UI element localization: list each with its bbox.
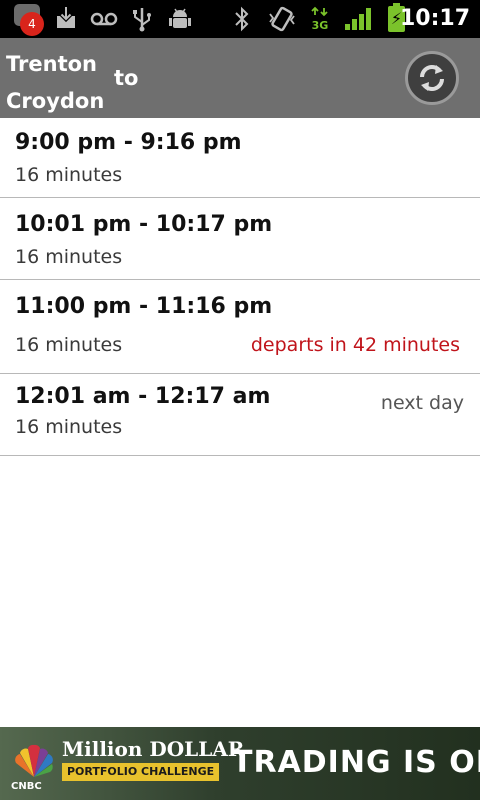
- ad-tagline: TRADING IS ON: [232, 745, 480, 780]
- ad-subtitle: PORTFOLIO CHALLENGE: [62, 763, 220, 781]
- trip-times: 11:00 pm - 11:16 pm: [15, 294, 273, 319]
- route-stations: Trenton Croydon: [6, 46, 104, 120]
- status-bar: 4 3G ⚡ 10:17: [0, 0, 480, 38]
- departure-countdown: departs in 42 minutes: [250, 334, 460, 356]
- android-debug-icon: [168, 6, 192, 32]
- svg-text:3G: 3G: [312, 19, 329, 32]
- trip-duration: 16 minutes: [15, 334, 123, 356]
- cnbc-peacock-logo: [15, 744, 53, 777]
- trip-row[interactable]: 11:00 pm - 11:16 pm 16 minutes departs i…: [0, 280, 480, 374]
- trip-times: 12:01 am - 12:17 am: [15, 384, 271, 409]
- download-icon: [54, 6, 78, 32]
- route-connector: to: [114, 66, 139, 90]
- trip-row[interactable]: 10:01 pm - 10:17 pm 16 minutes: [0, 198, 480, 280]
- trip-duration: 16 minutes: [15, 164, 123, 186]
- origin-station: Trenton: [6, 52, 97, 76]
- refresh-icon: [420, 65, 444, 91]
- next-day-label: next day: [380, 392, 464, 414]
- data-3g-icon: 3G: [310, 6, 330, 32]
- trip-times: 9:00 pm - 9:16 pm: [15, 130, 242, 155]
- vibrate-icon: [268, 6, 296, 32]
- notification-count-badge: 4: [20, 12, 44, 36]
- trip-row[interactable]: 12:01 am - 12:17 am 16 minutes next day: [0, 374, 480, 456]
- ad-title: Million DOLLAR: [62, 737, 245, 761]
- trip-times: 10:01 pm - 10:17 pm: [15, 212, 273, 237]
- trip-duration: 16 minutes: [15, 416, 123, 438]
- voicemail-icon: [89, 6, 119, 32]
- signal-icon: [345, 8, 371, 30]
- usb-icon: [131, 6, 153, 32]
- trip-duration: 16 minutes: [15, 246, 123, 268]
- ad-brand: CNBC: [11, 781, 42, 792]
- route-header: Trenton Croydon to: [0, 38, 480, 118]
- refresh-button[interactable]: [405, 51, 459, 105]
- destination-station: Croydon: [6, 89, 105, 113]
- ad-banner[interactable]: CNBC Million DOLLAR PORTFOLIO CHALLENGE …: [0, 727, 480, 800]
- status-clock: 10:17: [399, 6, 470, 31]
- trip-row[interactable]: 9:00 pm - 9:16 pm 16 minutes: [0, 118, 480, 198]
- bluetooth-icon: [232, 6, 252, 32]
- trip-list: 9:00 pm - 9:16 pm 16 minutes 10:01 pm - …: [0, 118, 480, 456]
